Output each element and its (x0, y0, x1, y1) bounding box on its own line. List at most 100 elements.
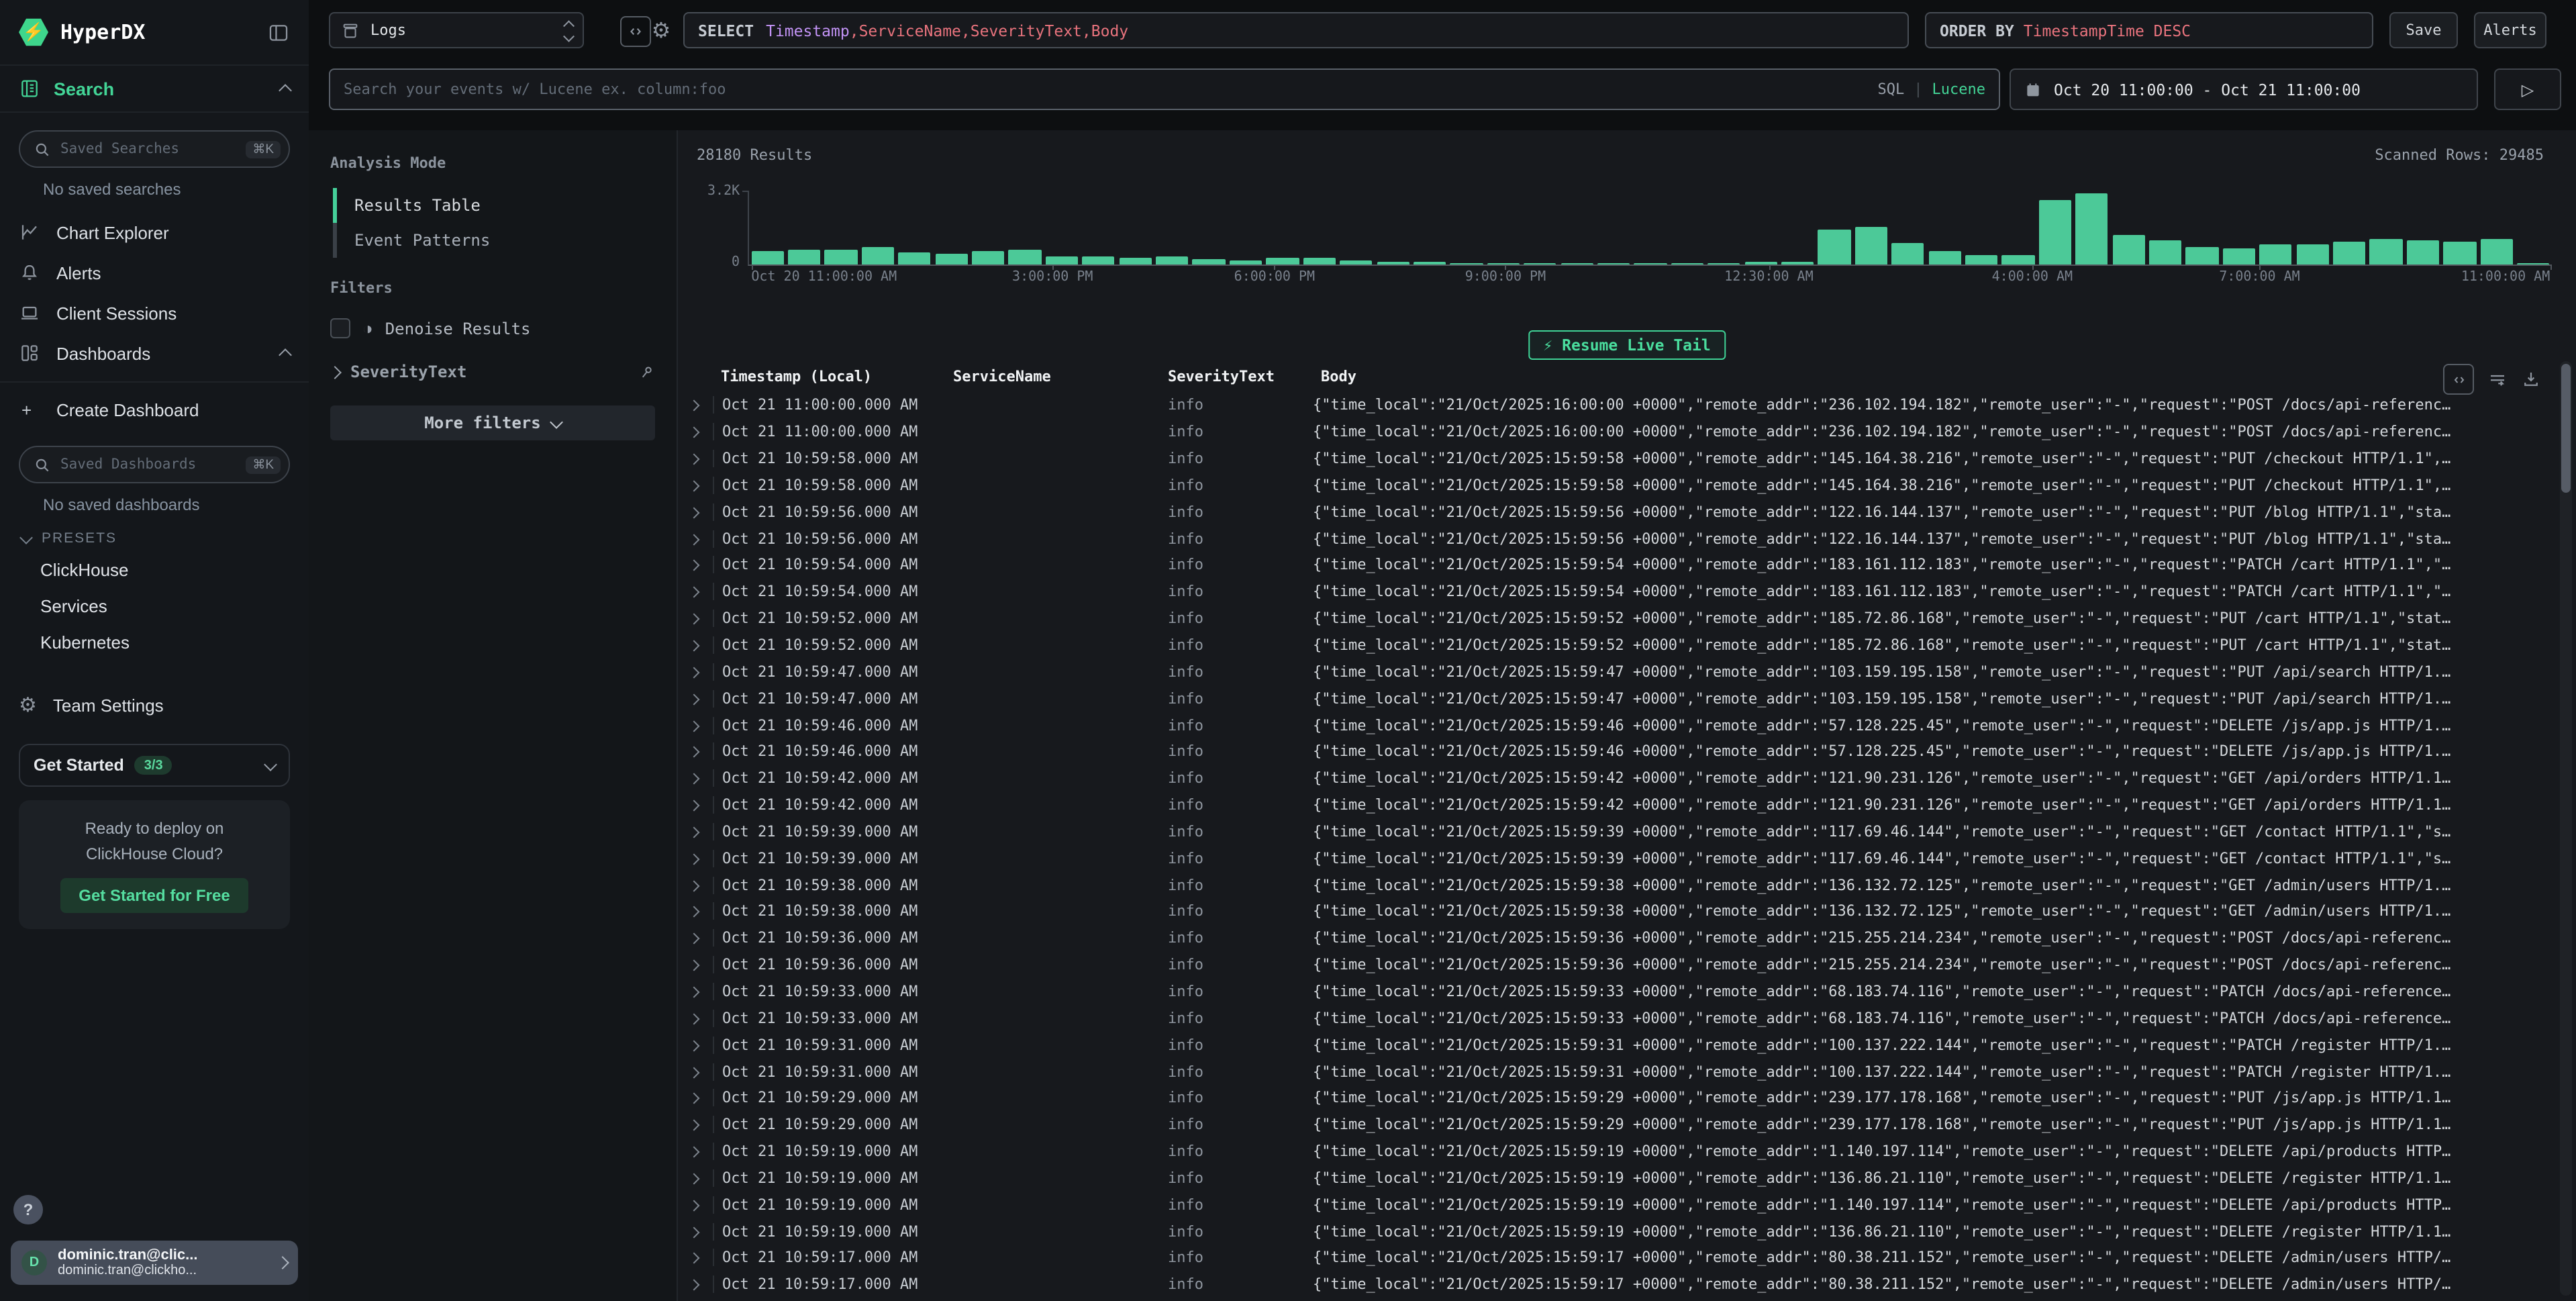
row-expand-icon[interactable] (678, 1036, 713, 1053)
table-row[interactable]: Oct 21 10:59:19.000 AM info {"time_local… (678, 1218, 2555, 1245)
results-histogram[interactable] (748, 191, 2552, 266)
histogram-bar[interactable] (1267, 258, 1299, 264)
row-expand-icon[interactable] (678, 983, 713, 1000)
order-by-input[interactable]: ORDER BY TimestampTime DESC (1925, 12, 2373, 48)
resume-live-tail-button[interactable]: ⚡ Resume Live Tail (1528, 330, 1725, 360)
table-row[interactable]: Oct 21 10:59:54.000 AM info {"time_local… (678, 579, 2555, 606)
table-row[interactable]: Oct 21 10:59:33.000 AM info {"time_local… (678, 978, 2555, 1005)
row-expand-icon[interactable] (678, 1143, 713, 1160)
row-expand-icon[interactable] (678, 930, 713, 947)
column-header-timestamp[interactable]: Timestamp (Local) (713, 367, 945, 385)
row-expand-icon[interactable] (678, 1116, 713, 1133)
table-row[interactable]: Oct 21 10:59:17.000 AM info {"time_local… (678, 1271, 2555, 1298)
row-expand-icon[interactable] (678, 1276, 713, 1294)
table-row[interactable]: Oct 21 10:59:29.000 AM info {"time_local… (678, 1112, 2555, 1139)
table-row[interactable]: Oct 21 10:59:58.000 AM info {"time_local… (678, 472, 2555, 499)
scrollbar[interactable] (2560, 361, 2572, 1296)
histogram-bar[interactable] (2039, 200, 2071, 264)
pin-icon[interactable] (638, 363, 655, 381)
row-expand-icon[interactable] (678, 716, 713, 734)
row-expand-icon[interactable] (678, 823, 713, 840)
preset-services[interactable]: Services (0, 588, 309, 624)
source-select[interactable]: Logs (329, 12, 584, 48)
histogram-bar[interactable] (1083, 256, 1115, 264)
histogram-bar[interactable] (2186, 246, 2218, 264)
row-expand-icon[interactable] (678, 850, 713, 867)
row-expand-icon[interactable] (678, 477, 713, 494)
table-row[interactable]: Oct 21 10:59:47.000 AM info {"time_local… (678, 659, 2555, 685)
histogram-bar[interactable] (825, 250, 857, 264)
table-row[interactable]: Oct 21 10:59:31.000 AM info {"time_local… (678, 1058, 2555, 1085)
row-expand-icon[interactable] (678, 663, 713, 681)
histogram-bar[interactable] (1818, 230, 1850, 264)
row-expand-icon[interactable] (678, 1222, 713, 1240)
histogram-bar[interactable] (751, 251, 783, 264)
table-row[interactable]: Oct 21 10:59:29.000 AM info {"time_local… (678, 1085, 2555, 1112)
language-sql[interactable]: SQL (1878, 81, 1905, 98)
row-expand-icon[interactable] (678, 636, 713, 654)
row-expand-icon[interactable] (678, 1196, 713, 1213)
help-button[interactable]: ? (13, 1195, 43, 1224)
table-row[interactable]: Oct 21 10:59:17.000 AM info {"time_local… (678, 1245, 2555, 1271)
histogram-bar[interactable] (1119, 258, 1151, 264)
histogram-bar[interactable] (2480, 240, 2512, 264)
row-expand-icon[interactable] (678, 796, 713, 814)
table-row[interactable]: Oct 21 10:59:31.000 AM info {"time_local… (678, 1032, 2555, 1059)
create-dashboard-button[interactable]: + Create Dashboard (0, 391, 309, 428)
table-row[interactable]: Oct 21 10:59:46.000 AM info {"time_local… (678, 738, 2555, 765)
histogram-bar[interactable] (2223, 248, 2255, 264)
table-row[interactable]: Oct 21 10:59:56.000 AM info {"time_local… (678, 525, 2555, 552)
run-query-button[interactable]: ▷ (2494, 68, 2561, 110)
histogram-bar[interactable] (972, 251, 1004, 264)
language-toggle[interactable]: SQL | Lucene (1878, 81, 1986, 98)
get-started-free-button[interactable]: Get Started for Free (60, 878, 248, 913)
table-row[interactable]: Oct 21 10:59:54.000 AM info {"time_local… (678, 552, 2555, 579)
sidebar-item-client-sessions[interactable]: Client Sessions (0, 293, 309, 333)
histogram-bar[interactable] (2333, 242, 2365, 264)
table-row[interactable]: Oct 21 10:59:33.000 AM info {"time_local… (678, 1005, 2555, 1032)
sidebar-item-alerts[interactable]: Alerts (0, 252, 309, 293)
histogram-bar[interactable] (2296, 244, 2328, 264)
table-row[interactable]: Oct 21 10:59:38.000 AM info {"time_local… (678, 898, 2555, 925)
histogram-bar[interactable] (1193, 258, 1225, 264)
more-filters-button[interactable]: More filters (330, 405, 655, 440)
alerts-button[interactable]: Alerts (2474, 12, 2546, 48)
row-expand-icon[interactable] (678, 769, 713, 787)
sidebar-item-search[interactable]: Search (0, 66, 309, 113)
histogram-bar[interactable] (1928, 252, 1961, 264)
mode-event-patterns[interactable]: Event Patterns (333, 223, 655, 258)
histogram-bar[interactable] (2444, 242, 2476, 264)
denoise-checkbox[interactable] (330, 318, 350, 338)
get-started-dropdown[interactable]: Get Started 3/3 (19, 744, 290, 787)
save-button[interactable]: Save (2389, 12, 2458, 48)
table-row[interactable]: Oct 21 10:59:56.000 AM info {"time_local… (678, 499, 2555, 526)
histogram-bar[interactable] (2002, 256, 2034, 264)
histogram-bar[interactable] (1156, 257, 1188, 264)
histogram-bar[interactable] (1855, 226, 1887, 264)
histogram-bar[interactable] (788, 249, 820, 264)
row-expand-icon[interactable] (678, 450, 713, 467)
table-row[interactable]: Oct 21 10:59:52.000 AM info {"time_local… (678, 606, 2555, 632)
table-row[interactable]: Oct 21 10:59:39.000 AM info {"time_local… (678, 818, 2555, 845)
row-expand-icon[interactable] (678, 689, 713, 707)
row-expand-icon[interactable] (678, 1090, 713, 1107)
row-expand-icon[interactable] (678, 1010, 713, 1027)
table-row[interactable]: Oct 21 10:59:47.000 AM info {"time_local… (678, 685, 2555, 712)
histogram-bar[interactable] (2112, 234, 2144, 264)
table-row[interactable]: Oct 21 11:00:00.000 AM info {"time_local… (678, 392, 2555, 419)
table-row[interactable]: Oct 21 10:59:36.000 AM info {"time_local… (678, 925, 2555, 952)
table-row[interactable]: Oct 21 10:59:19.000 AM info {"time_local… (678, 1138, 2555, 1165)
severity-filter-group[interactable]: SeverityText (330, 363, 655, 381)
row-expand-icon[interactable] (678, 1169, 713, 1187)
table-row[interactable]: Oct 21 10:59:58.000 AM info {"time_local… (678, 445, 2555, 472)
saved-searches-input[interactable]: Saved Searches ⌘K (19, 130, 290, 168)
histogram-bar[interactable] (2149, 240, 2181, 264)
row-expand-icon[interactable] (678, 583, 713, 601)
histogram-bar[interactable] (1046, 256, 1078, 264)
column-header-severitytext[interactable]: SeverityText (1160, 367, 1313, 385)
saved-dashboards-input[interactable]: Saved Dashboards ⌘K (19, 446, 290, 483)
sidebar-item-chart-explorer[interactable]: Chart Explorer (0, 212, 309, 252)
row-expand-icon[interactable] (678, 397, 713, 414)
histogram-bar[interactable] (1009, 250, 1041, 264)
row-expand-icon[interactable] (678, 743, 713, 761)
